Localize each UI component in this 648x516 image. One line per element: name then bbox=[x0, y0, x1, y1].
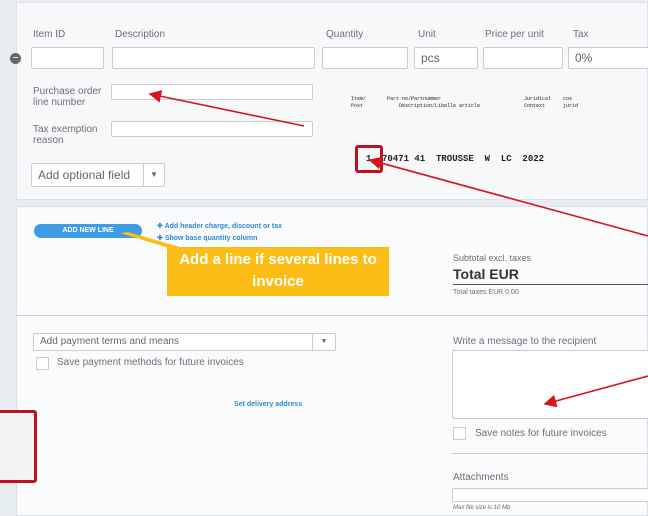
total-divider bbox=[453, 284, 648, 285]
save-notes-checkbox[interactable] bbox=[453, 427, 466, 440]
save-notes-label: Save notes for future invoices bbox=[475, 428, 607, 439]
save-payment-label: Save payment methods for future invoices bbox=[57, 357, 244, 368]
price-input[interactable] bbox=[483, 47, 563, 69]
tax-input[interactable]: 0% bbox=[568, 47, 648, 69]
add-new-line-button[interactable]: ADD NEW LINE bbox=[34, 224, 142, 238]
total-taxes-label: Total taxes EUR 0.00 bbox=[453, 289, 519, 296]
tax-exemption-label: Tax exemption reason bbox=[33, 124, 98, 146]
highlight-box bbox=[355, 145, 383, 173]
attachments-hint: Max file size is 10 Mb bbox=[453, 505, 511, 511]
add-optional-field-label: Add optional field bbox=[38, 168, 131, 182]
attachments-label: Attachments bbox=[453, 472, 509, 483]
remove-line-icon[interactable]: − bbox=[10, 53, 21, 64]
col-quantity: Quantity bbox=[326, 29, 364, 40]
subtotal-label: Subtotal excl. taxes bbox=[453, 253, 532, 263]
scan-header-cos: cos jurid bbox=[563, 96, 579, 109]
add-header-charge-link[interactable]: ✚ Add header charge, discount or tax bbox=[157, 222, 282, 230]
plus-icon: ✚ bbox=[157, 223, 165, 230]
section-divider bbox=[16, 315, 648, 316]
col-tax: Tax bbox=[573, 29, 589, 40]
col-item-id: Item ID bbox=[33, 29, 66, 40]
message-label: Write a message to the recipient bbox=[453, 336, 597, 347]
po-line-label: Purchase order line number bbox=[33, 86, 102, 108]
tax-exemption-input[interactable] bbox=[111, 121, 313, 137]
highlight-box bbox=[0, 410, 37, 483]
item-id-input[interactable] bbox=[31, 47, 104, 69]
message-textarea[interactable] bbox=[452, 350, 648, 419]
col-unit: Unit bbox=[418, 29, 436, 40]
scan-header-item: Item/ Post bbox=[351, 96, 367, 109]
show-base-quantity-link[interactable]: ✚ Show base quantity column bbox=[157, 234, 257, 242]
plus-icon: ✚ bbox=[157, 235, 165, 242]
scan-header-part: Part no/Partnummer Description/Libelle a… bbox=[387, 96, 481, 109]
chevron-down-icon: ▼ bbox=[312, 334, 335, 350]
po-line-input[interactable] bbox=[111, 84, 313, 100]
payment-terms-select[interactable]: Add payment terms and means ▼ bbox=[33, 333, 336, 351]
col-description: Description bbox=[115, 29, 166, 40]
total-label: Total EUR bbox=[453, 266, 519, 282]
attachments-divider bbox=[452, 453, 648, 454]
chevron-down-icon: ▼ bbox=[143, 164, 164, 186]
payment-terms-label: Add payment terms and means bbox=[40, 336, 179, 347]
quantity-input[interactable] bbox=[322, 47, 408, 69]
description-input[interactable] bbox=[112, 47, 315, 69]
scan-line-text: 70471 41 TROUSSE W LC 2022 bbox=[382, 154, 545, 164]
add-header-charge-label: Add header charge, discount or tax bbox=[164, 223, 283, 230]
col-price: Price per unit bbox=[485, 29, 544, 40]
unit-input[interactable]: pcs bbox=[414, 47, 478, 69]
show-base-quantity-label: Show base quantity column bbox=[164, 235, 258, 242]
callout-add-line: Add a line if several lines to invoice bbox=[167, 247, 389, 296]
add-optional-field-select[interactable]: Add optional field ▼ bbox=[31, 163, 165, 187]
save-payment-checkbox[interactable] bbox=[36, 357, 49, 370]
set-delivery-address-link[interactable]: Set delivery address bbox=[234, 401, 302, 408]
attachments-dropzone[interactable] bbox=[452, 488, 648, 502]
scan-header-context: Juridical Context bbox=[524, 96, 552, 109]
